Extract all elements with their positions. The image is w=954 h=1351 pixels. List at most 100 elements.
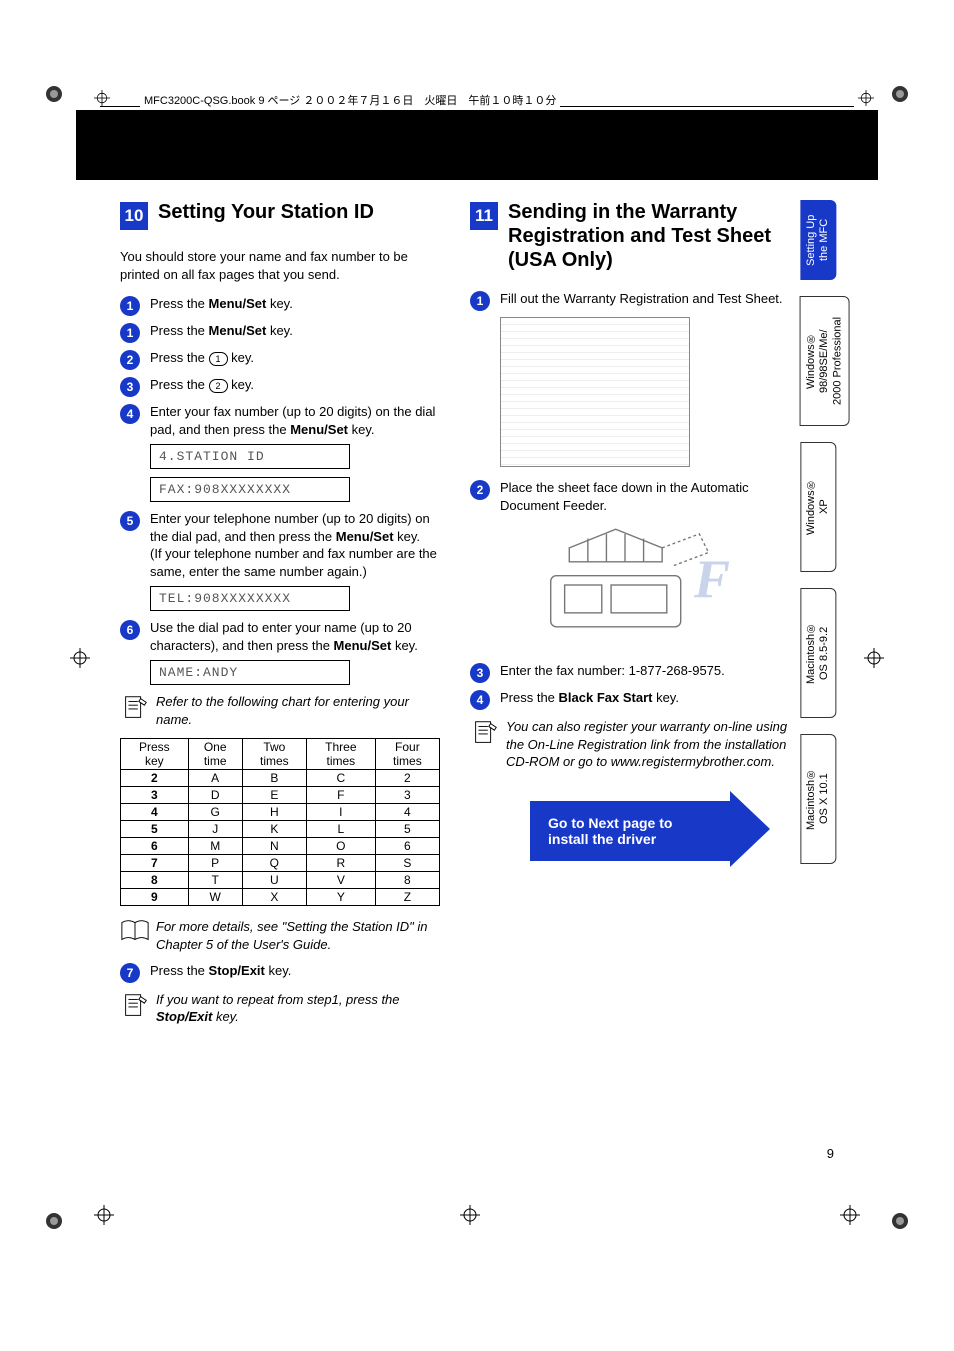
table-header: Twotimes	[242, 739, 306, 770]
step-bullet: 3	[120, 377, 140, 397]
lcd-display: NAME:ANDY	[150, 660, 350, 685]
table-cell: C	[306, 770, 375, 787]
step-text: Enter the fax number: 1-877-268-9575.	[500, 662, 725, 680]
tab-winxp[interactable]: Windows®XP	[800, 442, 836, 572]
section-title: Sending in the Warranty Registration and…	[508, 200, 790, 272]
table-row: 7PQRS	[121, 855, 440, 872]
side-tabs: Setting Upthe MFC Windows®98/98SE/Me/200…	[800, 200, 844, 880]
step-text: Press the 2 key.	[150, 376, 254, 394]
header-text: MFC3200C-QSG.book 9 ページ ２００２年７月１６日 火曜日 午…	[140, 92, 560, 108]
note-icon	[470, 718, 506, 771]
crosshair-icon	[70, 648, 90, 668]
table-cell: 3	[121, 787, 189, 804]
table-cell: 8	[121, 872, 189, 889]
section-number: 11	[470, 202, 498, 230]
step-text: Press the 1 key.	[150, 349, 254, 367]
table-cell: I	[306, 804, 375, 821]
char-table: PresskeyOnetimeTwotimesThreetimesFourtim…	[120, 738, 440, 906]
warranty-sheet-image	[500, 317, 690, 467]
letter-f-icon: F	[694, 548, 730, 610]
table-cell: V	[306, 872, 375, 889]
key-icon: 2	[209, 379, 228, 393]
table-cell: P	[188, 855, 242, 872]
table-cell: L	[306, 821, 375, 838]
table-cell: J	[188, 821, 242, 838]
step-bullet: 4	[470, 690, 490, 710]
step-text: Use the dial pad to enter your name (up …	[150, 619, 440, 654]
table-cell: 3	[375, 787, 439, 804]
goto-label: Go to Next page to install the driver	[548, 815, 672, 847]
table-cell: 6	[121, 838, 189, 855]
crosshair-icon	[460, 1205, 480, 1225]
lcd-display: 4.STATION ID	[150, 444, 350, 469]
table-cell: 7	[121, 855, 189, 872]
table-cell: 2	[121, 770, 189, 787]
note-text: Refer to the following chart for enterin…	[156, 693, 440, 730]
table-cell: 6	[375, 838, 439, 855]
reg-mark-icon	[44, 1211, 64, 1231]
step-text: Press the Black Fax Start key.	[500, 689, 679, 707]
note-icon	[120, 991, 156, 1028]
step-bullet: 3	[470, 663, 490, 683]
step-text: Press the Menu/Set key.	[150, 322, 293, 340]
crosshair-icon	[840, 1205, 860, 1225]
table-cell: 4	[375, 804, 439, 821]
reg-mark-icon	[890, 1211, 910, 1231]
table-cell: E	[242, 787, 306, 804]
tab-macx[interactable]: Macintosh®OS X 10.1	[800, 734, 836, 864]
table-cell: Y	[306, 889, 375, 906]
note-text: If you want to repeat from step1, press …	[156, 991, 440, 1028]
tab-win98[interactable]: Windows®98/98SE/Me/2000 Professional	[800, 296, 850, 426]
section-11: 11 Sending in the Warranty Registration …	[470, 200, 790, 1036]
table-cell: 4	[121, 804, 189, 821]
step-bullet: 1	[120, 296, 140, 316]
table-row: 4GHI4	[121, 804, 440, 821]
table-cell: S	[375, 855, 439, 872]
step-bullet: 7	[120, 963, 140, 983]
crosshair-icon	[858, 90, 874, 109]
step-text: Fill out the Warranty Registration and T…	[500, 290, 783, 308]
table-header: Presskey	[121, 739, 189, 770]
note-text: You can also register your warranty on-l…	[506, 718, 790, 771]
table-cell: T	[188, 872, 242, 889]
tab-mac85[interactable]: Macintosh®OS 8.5-9.2	[800, 588, 836, 718]
table-cell: F	[306, 787, 375, 804]
table-cell: K	[242, 821, 306, 838]
table-header: Fourtimes	[375, 739, 439, 770]
table-cell: O	[306, 838, 375, 855]
step-bullet: 2	[120, 350, 140, 370]
table-cell: A	[188, 770, 242, 787]
step-bullet: 2	[470, 480, 490, 500]
table-cell: 5	[375, 821, 439, 838]
table-row: 3DEF3	[121, 787, 440, 804]
table-row: 6MNO6	[121, 838, 440, 855]
key-icon: 1	[209, 352, 228, 366]
table-cell: Z	[375, 889, 439, 906]
table-cell: W	[188, 889, 242, 906]
step-bullet: 5	[120, 511, 140, 531]
table-cell: B	[242, 770, 306, 787]
table-row: 8TUV8	[121, 872, 440, 889]
table-cell: U	[242, 872, 306, 889]
table-row: 9WXYZ	[121, 889, 440, 906]
table-cell: R	[306, 855, 375, 872]
note-text: For more details, see "Setting the Stati…	[156, 918, 440, 953]
table-header: Threetimes	[306, 739, 375, 770]
tab-setting-up[interactable]: Setting Upthe MFC	[800, 200, 836, 280]
reg-mark-icon	[44, 84, 64, 104]
step-text: Press the Menu/Set key.	[150, 295, 293, 313]
table-cell: N	[242, 838, 306, 855]
table-header: Onetime	[188, 739, 242, 770]
crosshair-icon	[94, 1205, 114, 1225]
table-cell: M	[188, 838, 242, 855]
table-cell: Q	[242, 855, 306, 872]
goto-next-arrow: Go to Next page to install the driver	[530, 801, 730, 861]
reg-mark-icon	[890, 84, 910, 104]
fax-machine-image: F	[510, 520, 740, 650]
table-cell: 9	[121, 889, 189, 906]
book-icon	[120, 918, 156, 953]
step-text: Enter your fax number (up to 20 digits) …	[150, 403, 440, 438]
crosshair-icon	[864, 648, 884, 668]
section-number: 10	[120, 202, 148, 230]
table-cell: 8	[375, 872, 439, 889]
